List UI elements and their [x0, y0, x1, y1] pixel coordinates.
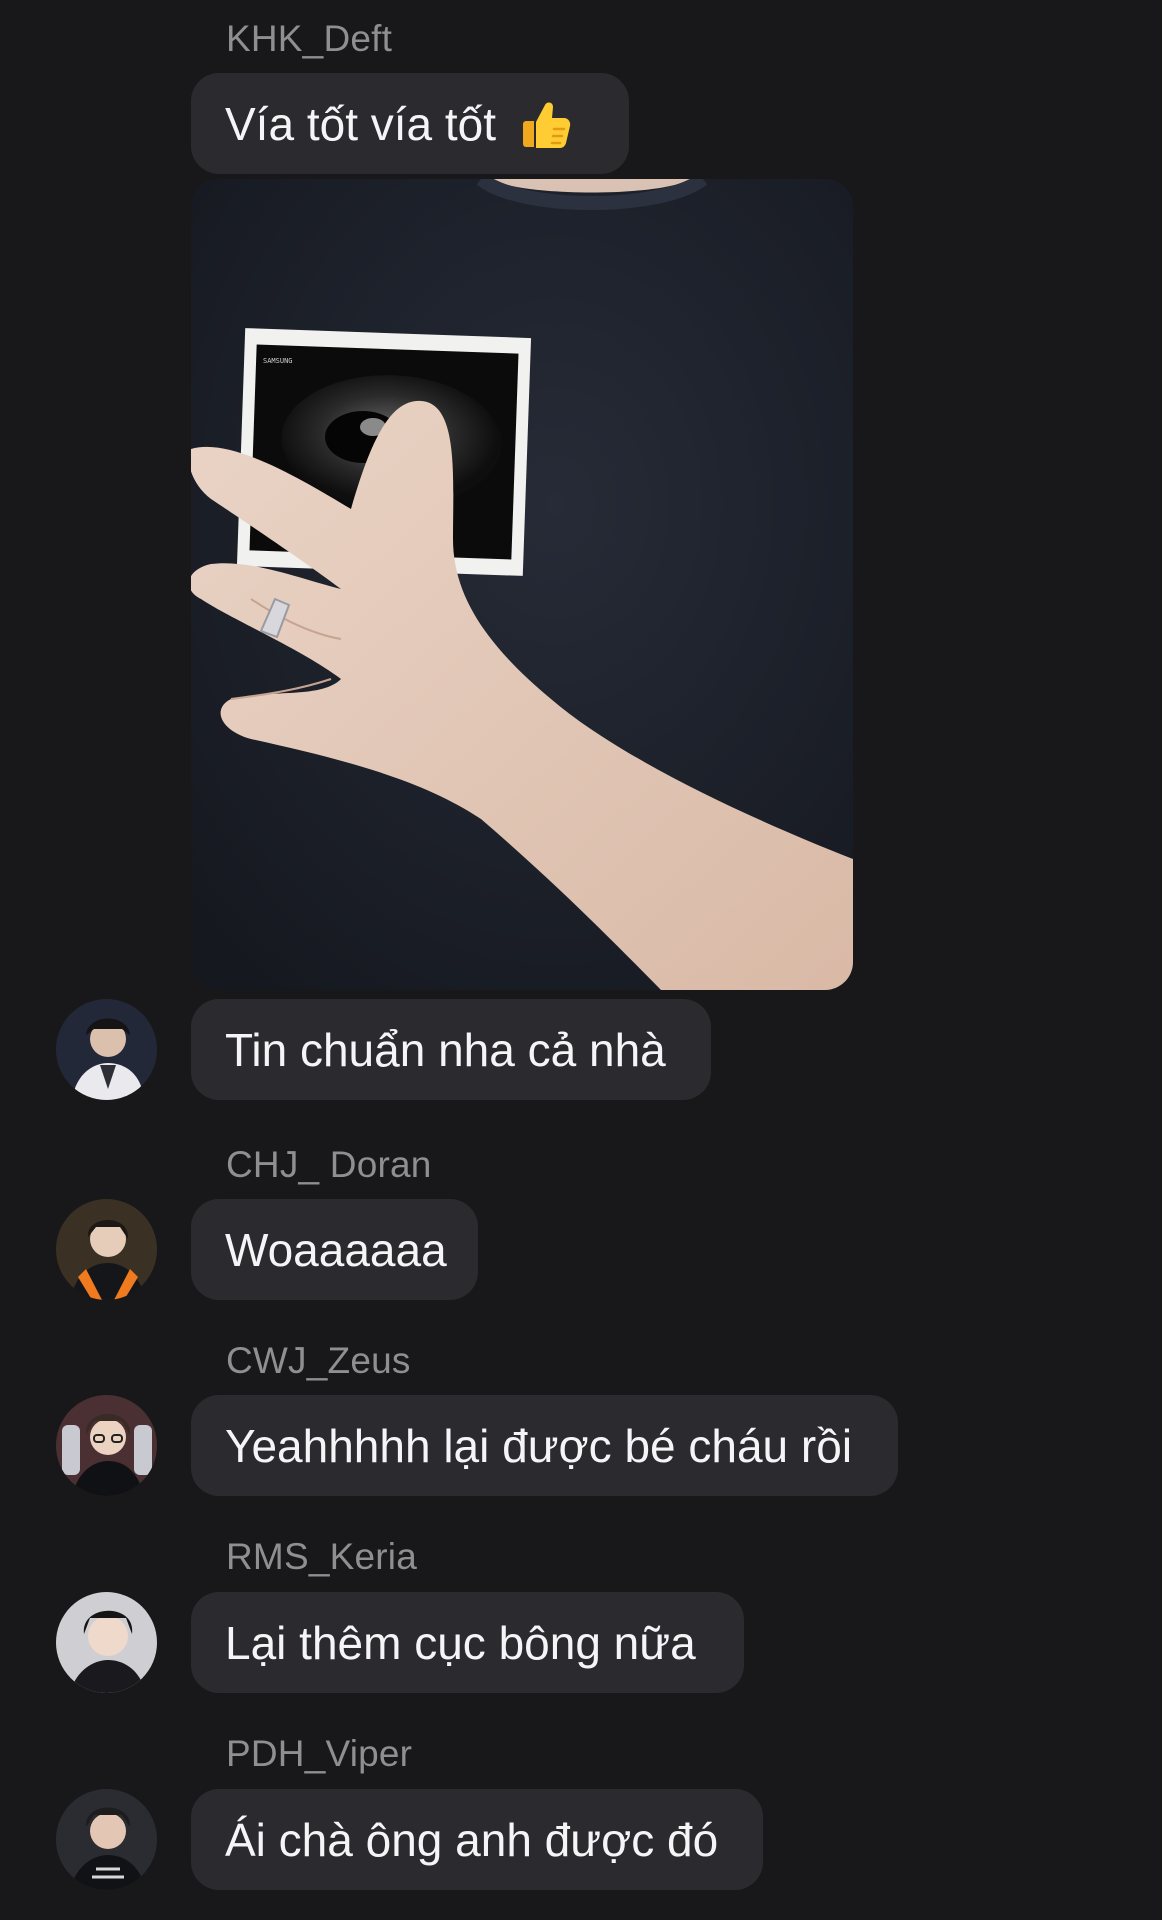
message-text: Woaaaaaa: [225, 1223, 447, 1276]
message-text: Ái chà ông anh được đó: [225, 1813, 719, 1866]
message-text: Lại thêm cục bông nữa: [225, 1616, 696, 1669]
message-text: Vía tốt vía tốt: [225, 97, 497, 150]
message-bubble[interactable]: Yeahhhhh lại được bé cháu rồi: [191, 1395, 898, 1496]
avatar[interactable]: [56, 1592, 157, 1693]
sender-name-deft: KHK_Deft: [226, 18, 393, 59]
message-bubble[interactable]: Vía tốt vía tốt: [191, 73, 629, 174]
message-bubble[interactable]: Woaaaaaa: [191, 1199, 478, 1300]
avatar[interactable]: [56, 1199, 157, 1300]
sender-name-doran: CHJ_ Doran: [226, 1144, 432, 1185]
ultrasound-photo: SAMSUNG: [191, 179, 853, 990]
message-bubble[interactable]: Lại thêm cục bông nữa: [191, 1592, 744, 1693]
message-text: Yeahhhhh lại được bé cháu rồi: [225, 1419, 853, 1472]
avatar[interactable]: [56, 1395, 157, 1496]
sender-name-viper: PDH_Viper: [226, 1733, 413, 1774]
photo-attachment[interactable]: SAMSUNG: [191, 179, 853, 990]
sender-name-zeus: CWJ_Zeus: [226, 1340, 411, 1381]
sender-name-keria: RMS_Keria: [226, 1536, 417, 1577]
avatar[interactable]: [56, 999, 157, 1100]
message-bubble[interactable]: Ái chà ông anh được đó: [191, 1789, 763, 1890]
message-bubble[interactable]: Tin chuẩn nha cả nhà: [191, 999, 711, 1100]
message-text: Tin chuẩn nha cả nhà: [225, 1023, 666, 1076]
thumbs-up-icon: [523, 102, 571, 148]
scan-header: SAMSUNG: [263, 357, 293, 365]
avatar[interactable]: [56, 1789, 157, 1890]
